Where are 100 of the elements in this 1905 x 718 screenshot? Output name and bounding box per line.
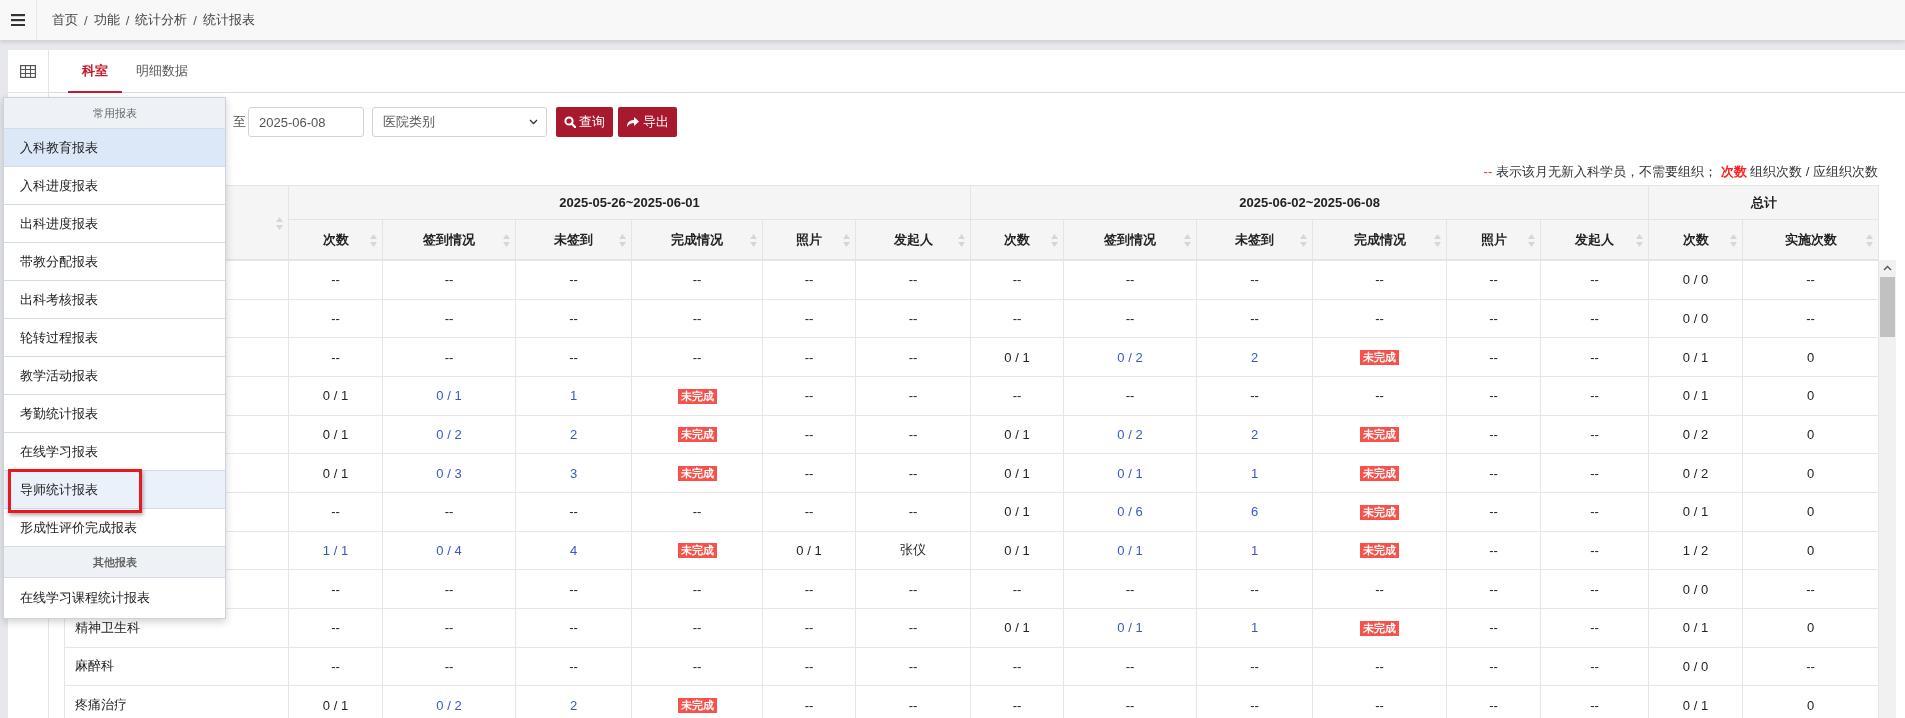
cell-link[interactable]: 4 [569, 542, 578, 558]
cell-link[interactable]: 0 / 1 [1117, 620, 1143, 636]
sort-icon[interactable] [843, 233, 850, 247]
cell-link[interactable]: 0 / 1 [436, 388, 462, 404]
export-button[interactable]: 导出 [618, 107, 677, 137]
sort-icon[interactable] [1528, 233, 1536, 247]
table-cell: -- [631, 569, 763, 609]
sort-icon[interactable] [1730, 233, 1738, 247]
table-cell: -- [762, 299, 856, 338]
table-cell: -- [1063, 260, 1197, 300]
status-badge: 未完成 [1360, 543, 1399, 559]
table-cell: 张仪 [855, 531, 971, 570]
cell-link[interactable]: 1 [1250, 542, 1259, 558]
cell-link[interactable]: 3 [569, 465, 578, 481]
sort-icon[interactable] [276, 216, 283, 230]
cell-link[interactable]: 0 / 4 [436, 542, 462, 558]
table-cell: -- [855, 492, 971, 532]
cell-link[interactable]: 0 / 3 [436, 465, 462, 481]
cell-link[interactable]: 1 [569, 388, 578, 404]
end-date-field[interactable]: 2025-06-08 [248, 107, 364, 137]
menu-item[interactable]: 教学活动报表 [4, 357, 225, 395]
tab[interactable]: 明细数据 [122, 50, 202, 93]
table-cell: 0 [1742, 415, 1879, 454]
status-badge: 未完成 [1360, 350, 1399, 366]
scrollbar-thumb[interactable] [1880, 277, 1895, 337]
column-header[interactable]: 次数 [288, 219, 383, 260]
table-cell: -- [631, 260, 763, 300]
column-header[interactable]: 照片 [762, 219, 856, 260]
sort-icon[interactable] [1184, 233, 1192, 247]
sort-icon[interactable] [619, 233, 626, 247]
column-header[interactable]: 完成情况 [631, 219, 763, 260]
column-header[interactable]: 签到情况 [382, 219, 516, 260]
column-header[interactable]: 实施次数 [1742, 219, 1879, 260]
table-icon[interactable] [20, 64, 36, 78]
table-cell: 0 / 1 [1648, 608, 1743, 648]
table-cell: -- [855, 608, 971, 648]
column-header[interactable]: 签到情况 [1063, 219, 1197, 260]
menu-item[interactable]: 入科教育报表 [4, 129, 225, 167]
menu-item[interactable]: 轮转过程报表 [4, 319, 225, 357]
cell-link[interactable]: 0 / 1 [1117, 542, 1143, 558]
column-header[interactable]: 发起人 [1540, 219, 1649, 260]
column-header[interactable]: 未签到 [1196, 219, 1313, 260]
table-cell: -- [1063, 647, 1197, 686]
cell-link[interactable]: 1 / 1 [322, 542, 349, 558]
cell-link[interactable]: 0 / 1 [1117, 465, 1143, 481]
sort-icon[interactable] [1300, 233, 1308, 247]
table-cell: -- [288, 492, 383, 532]
cell-link[interactable]: 2 [569, 426, 578, 442]
breadcrumb-item[interactable]: 功能 [93, 11, 120, 29]
sort-icon[interactable] [1636, 233, 1644, 247]
column-header[interactable]: 次数 [1648, 219, 1743, 260]
sort-icon[interactable] [1434, 233, 1442, 247]
cell-link[interactable]: 2 [569, 697, 578, 713]
menu-item[interactable]: 出科进度报表 [4, 205, 225, 243]
scrollbar[interactable] [1879, 260, 1896, 718]
column-header[interactable]: 发起人 [855, 219, 971, 260]
menu-item[interactable]: 出科考核报表 [4, 281, 225, 319]
table-cell: 0 [1742, 492, 1879, 532]
sort-icon[interactable] [1866, 233, 1874, 247]
search-button[interactable]: 查询 [556, 107, 613, 137]
cell-link[interactable]: 0 / 2 [1117, 349, 1143, 365]
cell-link[interactable]: 0 / 2 [436, 697, 462, 713]
status-badge: 未完成 [1360, 620, 1399, 636]
cell-link[interactable]: 2 [1250, 426, 1259, 442]
menu-item[interactable]: 入科进度报表 [4, 167, 225, 205]
menu-item[interactable]: 考勤统计报表 [4, 395, 225, 433]
cell-link[interactable]: 6 [1250, 504, 1259, 520]
table-cell: -- [1312, 299, 1447, 338]
table-cell: -- [1742, 299, 1879, 338]
table-cell: -- [1540, 453, 1649, 493]
status-badge: 未完成 [677, 388, 717, 404]
sort-icon[interactable] [503, 233, 510, 247]
cell-link[interactable]: 0 / 2 [436, 426, 462, 442]
sort-icon[interactable] [370, 233, 377, 247]
breadcrumb-item[interactable]: 统计报表 [202, 11, 255, 29]
breadcrumb-item[interactable]: 统计分析 [135, 11, 188, 29]
table-cell: -- [1196, 299, 1313, 338]
scroll-up-icon[interactable] [1883, 265, 1892, 271]
sort-icon[interactable] [1051, 233, 1059, 247]
table-cell: -- [631, 492, 763, 532]
menu-item[interactable]: 带教分配报表 [4, 243, 225, 281]
breadcrumb-separator: / [193, 12, 197, 28]
cell-link[interactable]: 1 [1250, 620, 1259, 636]
tab[interactable]: 科室 [68, 50, 122, 93]
breadcrumb-item[interactable]: 首页 [52, 11, 78, 29]
category-select[interactable]: 医院类别 [372, 107, 547, 137]
cell-link[interactable]: 1 [1250, 465, 1259, 481]
table-cell: 0 [1742, 608, 1879, 648]
sort-icon[interactable] [750, 233, 757, 247]
status-badge: 未完成 [1360, 466, 1399, 482]
cell-link[interactable]: 0 / 2 [1117, 426, 1143, 442]
column-header[interactable]: 照片 [1446, 219, 1541, 260]
column-header[interactable]: 完成情况 [1312, 219, 1447, 260]
column-header[interactable]: 未签到 [515, 219, 632, 260]
table-cell: -- [1063, 299, 1197, 338]
sort-icon[interactable] [958, 233, 966, 247]
column-header[interactable]: 次数 [970, 219, 1064, 260]
table-cell: 0 / 1 [762, 531, 856, 570]
cell-link[interactable]: 0 / 6 [1117, 504, 1143, 520]
cell-link[interactable]: 2 [1250, 349, 1259, 365]
